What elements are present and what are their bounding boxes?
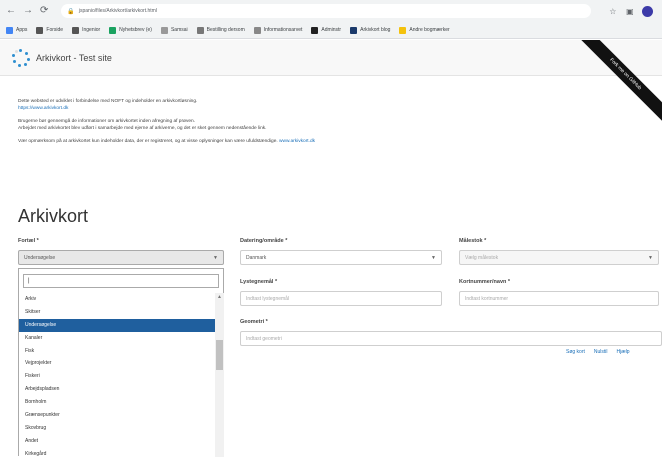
dropdown-option[interactable]: Skovbrug [19,422,215,435]
dropdown-option[interactable]: Skitser [19,306,215,319]
bookmark-icon [253,26,261,34]
browser-toolbar: ← → ⟳ 🔒 jspanio/files/Arkivkort/arkivkor… [0,0,662,22]
intro-link-2[interactable]: www.arkivkort.dk [279,139,315,144]
bookmark-adminstr[interactable]: Adminstr [311,26,341,34]
bookmark-icon [350,26,358,34]
dropdown-option[interactable]: Fiskeri [19,370,215,383]
field1-dropdown: | Arkiv Skitser Undersøgelse Kanaler Fisk Vej… [18,268,224,457]
field5-input[interactable]: Indtast kortnummer [459,291,659,306]
dropdown-option[interactable]: Fisk [19,345,215,358]
bookmark-informationsarvet[interactable]: Informationsarvet [253,26,302,34]
bookmark-ingenior[interactable]: Ingenior [72,26,100,34]
intro-link[interactable]: https://www.arkivkort.dk [18,106,68,111]
bookmark-samsai[interactable]: Samsai [160,26,188,34]
folder-icon [399,26,407,34]
back-icon[interactable]: ← [6,6,16,16]
github-ribbon[interactable]: Fork me on GitHub [567,40,662,133]
caret-down-icon: ▼ [648,254,653,261]
caret-down-icon: ▼ [431,254,436,261]
caret-down-icon: ▼ [213,254,218,261]
field6-label: Geometri * [240,319,268,325]
bookmark-forside[interactable]: Forside [36,26,63,34]
bookmark-icon [311,26,319,34]
url-text: jspanio/files/Arkivkort/arkivkort.html [78,8,157,14]
dropdown-list: Arkiv Skitser Undersøgelse Kanaler Fisk Vejpr… [19,293,215,461]
bookmark-andre[interactable]: Andre bogmærker [399,26,450,34]
dropdown-search-input[interactable]: | [23,274,219,288]
intro-paragraph: Vær opmærksom på at arkivkortet kun inde… [18,139,316,144]
dropdown-option[interactable]: Arkiv [19,293,215,306]
dropdown-option[interactable]: Bornholm [19,396,215,409]
bookmark-apps[interactable]: Apps [6,26,27,34]
dropdown-option[interactable]: Kanaler [19,332,215,345]
help-link[interactable]: Hjælp [617,349,630,355]
intro-paragraph: Brugerne bør gennemgå de informationer o… [18,119,267,131]
bookmark-nyhetsbrev[interactable]: Nyhetsbrev (e) [109,26,152,34]
bookmark-icon [160,26,168,34]
bookmark-arkivkort-blog[interactable]: Arkivkort blog [350,26,390,34]
dropdown-option[interactable]: Vejprojekter [19,357,215,370]
toolbar-right: ☆ ▣ ⋮ [608,5,662,17]
field1-select[interactable]: Undersøgelse ▼ [18,250,224,265]
dropdown-option[interactable]: Andet [19,435,215,448]
field1-label: Fortæl * [18,238,39,244]
form-links: Søg kort Nulstil Hjælp [566,349,630,355]
bookmark-icon [72,26,80,34]
forward-icon[interactable]: → [23,6,33,16]
field2-select[interactable]: Danmark ▼ [240,250,442,265]
search-link[interactable]: Søg kort [566,349,585,355]
field3-label: Målestok * [459,238,487,244]
dropdown-option[interactable]: Kirkegård [19,448,215,461]
dropdown-option[interactable]: Grænsepunkter [19,409,215,422]
field2-label: Datering/område * [240,238,288,244]
scrollbar-thumb[interactable] [216,340,223,370]
star-icon[interactable]: ☆ [608,7,617,16]
intro-paragraph: Dette websted er udviklet i forbindelse … [18,99,198,111]
profile-avatar[interactable] [642,5,654,17]
dropdown-option[interactable]: Undersøgelse [19,318,215,332]
reload-icon[interactable]: ⟳ [40,6,48,16]
dropdown-scrollbar[interactable]: ▲ [215,293,224,457]
field5-label: Kortnummer/navn * [459,279,511,285]
logo-icon[interactable] [12,48,30,67]
bookmark-bestilling[interactable]: Bestilling dersom [196,26,245,34]
reset-link[interactable]: Nulstil [594,349,608,355]
apps-icon [6,26,13,34]
site-title[interactable]: Arkivkort - Test site [36,53,112,63]
dropdown-option[interactable]: Arbejdspladsen [19,383,215,396]
address-bar[interactable]: 🔒 jspanio/files/Arkivkort/arkivkort.html [61,4,592,18]
bookmarks-bar: Apps Forside Ingenior Nyhetsbrev (e) Sam… [0,22,662,39]
lock-icon: 🔒 [67,8,75,15]
field3-select[interactable]: Vælg målestok ▼ [459,250,659,265]
page-title: Arkivkort [18,206,89,226]
scroll-up-icon[interactable]: ▲ [216,294,223,301]
bookmark-icon [109,26,117,34]
field6-input[interactable]: Indtast geometri [240,331,662,346]
field4-label: Lystegnemål * [240,279,278,285]
field4-input[interactable]: Indtast lystegnemål [240,291,442,306]
bookmark-icon [196,26,204,34]
extension-icon[interactable]: ▣ [625,7,634,16]
bookmark-icon [36,26,44,34]
intro-text: Dette websted er udviklet i forbindelse … [18,98,578,151]
